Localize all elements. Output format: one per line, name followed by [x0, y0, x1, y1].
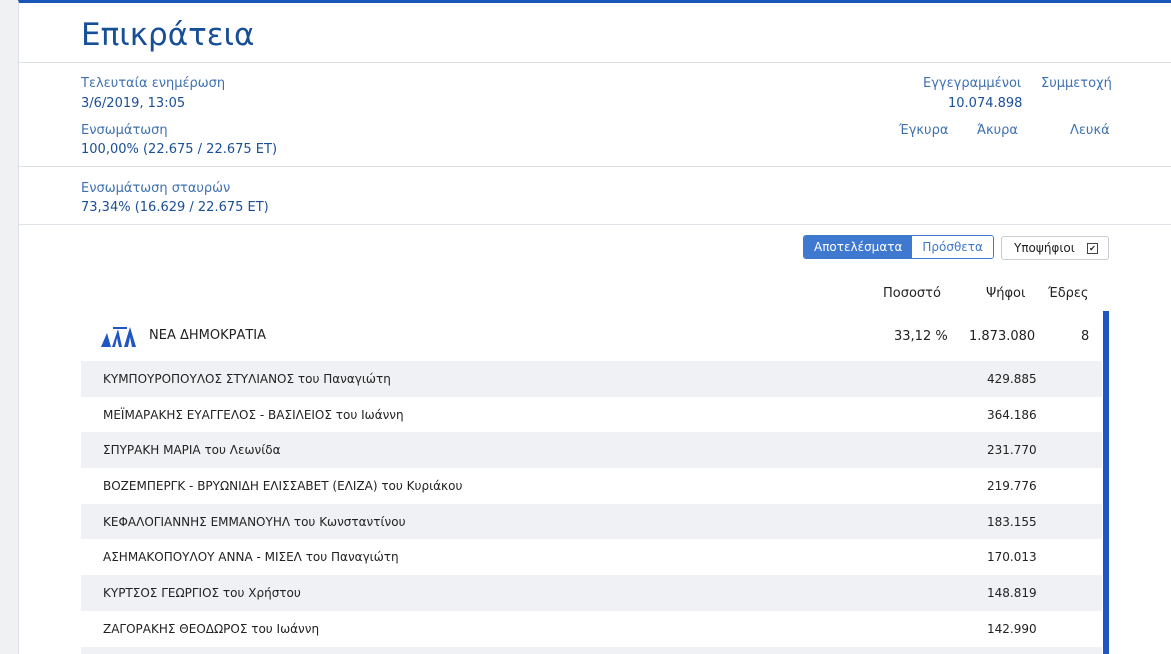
candidate-name: ΚΥΡΤΣΟΣ ΓΕΩΡΓΙΟΣ του Χρήστου — [103, 586, 301, 601]
blank-label: Λευκά — [1070, 123, 1110, 138]
candidate-name: ΒΟΖΕΜΠΕΡΓΚ - ΒΡΥΩΝΙΔΗ ΕΛΙΣΣΑΒΕΤ (ΕΛΙΖΑ) … — [103, 479, 463, 494]
invalid-label: Άκυρα — [977, 123, 1019, 138]
list-item[interactable]: ΖΑΓΟΡΑΚΗΣ ΘΕΟΔΩΡΟΣ του Ιωάννη 142.990 — [81, 611, 1102, 647]
candidate-votes: 148.819 — [987, 586, 1037, 601]
candidate-name: ΣΠΥΡΑΚΗ ΜΑΡΙΑ του Λεωνίδα — [103, 443, 281, 458]
divider — [19, 166, 1171, 167]
column-header-votes: Ψήφοι — [986, 286, 1026, 301]
registered-label: Εγγεγραμμένοι — [923, 76, 1022, 91]
candidates-toggle[interactable]: Υποψήφιοι ✔ — [1001, 236, 1109, 260]
candidate-name: ΚΕΦΑΛΟΓΙΑΝΝΗΣ ΕΜΜΑΝΟΥΗΛ του Κωνσταντίνου — [103, 514, 406, 529]
cross-integration-label: Ενσωμάτωση σταυρών — [81, 181, 231, 196]
integration-label: Ενσωμάτωση — [81, 123, 168, 138]
candidate-name: ΖΑΓΟΡΑΚΗΣ ΘΕΟΔΩΡΟΣ του Ιωάννη — [103, 621, 320, 636]
candidate-votes: 364.186 — [987, 407, 1037, 422]
candidate-votes: 183.155 — [987, 514, 1037, 529]
candidate-votes: 170.013 — [987, 550, 1037, 565]
last-update-value: 3/6/2019, 13:05 — [81, 96, 186, 111]
results-panel: Επικράτεια Τελευταία ενημέρωση 3/6/2019,… — [18, 0, 1171, 654]
list-item[interactable]: ΚΕΦΑΛΟΓΙΑΝΝΗΣ ΕΜΜΑΝΟΥΗΛ του Κωνσταντίνου… — [81, 503, 1102, 540]
candidate-name: ΚΥΜΠΟΥΡΟΠΟΥΛΟΣ ΣΤΥΛΙΑΝΟΣ του Παναγιώτη — [103, 372, 391, 386]
list-item[interactable]: ΒΟΖΕΜΠΕΡΓΚ - ΒΡΥΩΝΙΔΗ ΕΛΙΣΣΑΒΕΤ (ΕΛΙΖΑ) … — [81, 468, 1102, 504]
page-title: Επικράτεια — [81, 17, 255, 53]
party-name: ΝΕΑ ΔΗΜΟΚΡΑΤΙΑ — [149, 328, 267, 343]
integration-value: 100,00% (22.675 / 22.675 ΕΤ) — [81, 142, 278, 157]
list-item[interactable]: ΚΥΡΤΣΟΣ ΓΕΩΡΓΙΟΣ του Χρήστου 148.819 — [81, 575, 1102, 611]
list-item[interactable]: ΚΥΜΠΟΥΡΟΠΟΥΛΟΣ ΣΤΥΛΙΑΝΟΣ του Παναγιώτη 4… — [81, 361, 1102, 397]
view-toggle: Αποτελέσματα Πρόσθετα — [803, 235, 994, 259]
candidate-list: ΚΥΜΠΟΥΡΟΠΟΥΛΟΣ ΣΤΥΛΙΑΝΟΣ του Παναγιώτη 4… — [81, 361, 1102, 654]
registered-value: 10.074.898 — [948, 96, 1023, 111]
candidate-votes: 142.990 — [987, 621, 1037, 636]
results-tab[interactable]: Αποτελέσματα — [804, 236, 913, 258]
participation-label: Συμμετοχή — [1041, 76, 1112, 91]
valid-label: Έγκυρα — [899, 123, 949, 138]
checkbox-icon[interactable]: ✔ — [1087, 243, 1098, 254]
last-update-label: Τελευταία ενημέρωση — [81, 76, 226, 91]
candidate-votes: 429.885 — [987, 372, 1037, 386]
divider — [19, 224, 1171, 225]
candidate-name: ΜΕΪΜΑΡΑΚΗΣ ΕΥΑΓΓΕΛΟΣ - ΒΑΣΙΛΕΙΟΣ του Ιωά… — [103, 407, 404, 422]
party-seats: 8 — [1081, 329, 1090, 344]
column-header-seats: Έδρες — [1048, 286, 1089, 301]
column-header-percent: Ποσοστό — [883, 286, 941, 301]
party-votes: 1.873.080 — [969, 329, 1036, 344]
list-item[interactable]: ΑΣΗΜΑΚΟΠΟΥΛΟΥ ΑΝΝΑ - ΜΙΣΕΛ του Παναγιώτη… — [81, 539, 1102, 575]
party-color-bar — [1103, 311, 1109, 654]
additional-tab[interactable]: Πρόσθετα — [912, 236, 993, 258]
candidate-votes: 231.770 — [987, 443, 1037, 458]
nd-logo-icon — [101, 327, 136, 347]
party-percent: 33,12 % — [894, 329, 948, 344]
cross-integration-value: 73,34% (16.629 / 22.675 ΕΤ) — [81, 200, 269, 215]
party-row[interactable]: ΝΕΑ ΔΗΜΟΚΡΑΤΙΑ 33,12 % 1.873.080 8 — [81, 319, 1101, 357]
list-item[interactable]: ΣΠΥΡΑΚΗ ΜΑΡΙΑ του Λεωνίδα 231.770 — [81, 432, 1102, 469]
list-item[interactable] — [81, 646, 1102, 654]
candidates-toggle-label: Υποψήφιοι — [1014, 241, 1075, 255]
list-item[interactable]: ΜΕΪΜΑΡΑΚΗΣ ΕΥΑΓΓΕΛΟΣ - ΒΑΣΙΛΕΙΟΣ του Ιωά… — [81, 397, 1102, 433]
candidate-votes: 219.776 — [987, 479, 1037, 494]
candidate-name: ΑΣΗΜΑΚΟΠΟΥΛΟΥ ΑΝΝΑ - ΜΙΣΕΛ του Παναγιώτη — [103, 550, 399, 565]
divider — [19, 62, 1171, 63]
